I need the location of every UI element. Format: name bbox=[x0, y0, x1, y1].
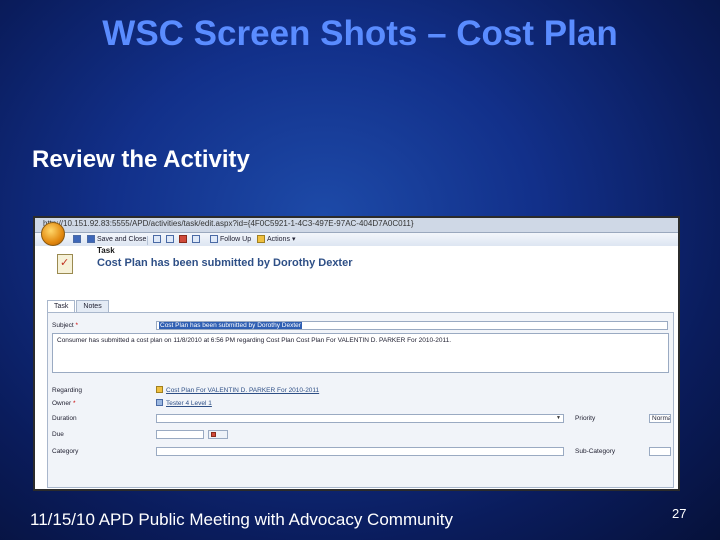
save-icon-button[interactable] bbox=[73, 235, 81, 243]
subject-field[interactable]: Cost Plan has been submitted by Dorothy … bbox=[156, 321, 668, 330]
save-icon bbox=[73, 235, 81, 243]
tab-notes[interactable]: Notes bbox=[76, 300, 109, 312]
subcategory-label: Sub-Category bbox=[575, 448, 616, 455]
delete-button[interactable] bbox=[179, 235, 187, 243]
entity-label: Task bbox=[97, 246, 115, 255]
delete-icon bbox=[179, 235, 187, 243]
owner-label: Owner * bbox=[52, 400, 76, 407]
tab-task[interactable]: Task bbox=[47, 300, 76, 312]
assign-icon bbox=[192, 235, 200, 243]
record-title: Cost Plan has been submitted by Dorothy … bbox=[97, 257, 353, 269]
task-icon bbox=[57, 254, 73, 274]
save-and-close-label: Save and Close bbox=[97, 235, 147, 243]
regarding-value[interactable]: Cost Plan For VALENTIN D. PARKER For 201… bbox=[156, 386, 319, 394]
actions-icon bbox=[257, 235, 265, 243]
form-tabs: Task Notes bbox=[47, 300, 110, 312]
duration-label: Duration bbox=[52, 415, 77, 422]
save-and-close-button[interactable]: Save and Close bbox=[87, 235, 146, 243]
subject-label: Subject * bbox=[52, 322, 79, 329]
attach-button[interactable] bbox=[166, 235, 174, 243]
calendar-icon bbox=[211, 432, 216, 437]
category-label: Category bbox=[52, 448, 79, 455]
user-icon bbox=[156, 399, 163, 406]
print-button[interactable] bbox=[153, 235, 161, 243]
regarding-label: Regarding bbox=[52, 387, 82, 394]
address-bar[interactable]: http://10.151.92.83:5555/APD/activities/… bbox=[35, 218, 678, 233]
follow-up-icon bbox=[210, 235, 218, 243]
actions-label: Actions bbox=[267, 235, 290, 243]
assign-button[interactable] bbox=[192, 235, 200, 243]
app-orb-icon[interactable] bbox=[41, 222, 65, 246]
owner-value[interactable]: Tester 4 Level 1 bbox=[156, 399, 212, 407]
due-time-select[interactable] bbox=[208, 430, 228, 439]
follow-up-label: Follow Up bbox=[220, 235, 252, 243]
priority-select[interactable]: Normal bbox=[649, 414, 671, 423]
follow-up-button[interactable]: Follow Up bbox=[210, 235, 251, 243]
description-field[interactable]: Consumer has submitted a cost plan on 11… bbox=[52, 333, 669, 373]
subcategory-field[interactable] bbox=[649, 447, 671, 456]
page-number: 27 bbox=[672, 506, 687, 521]
due-label: Due bbox=[52, 431, 64, 438]
task-form: Subject * Cost Plan has been submitted b… bbox=[47, 312, 674, 488]
save-close-icon bbox=[87, 235, 95, 243]
cost-plan-icon bbox=[156, 386, 163, 393]
crm-screenshot: http://10.151.92.83:5555/APD/activities/… bbox=[33, 216, 680, 491]
attach-icon bbox=[166, 235, 174, 243]
chevron-down-icon: ▼ bbox=[556, 415, 561, 421]
priority-label: Priority bbox=[575, 415, 596, 422]
print-icon bbox=[153, 235, 161, 243]
due-date-field[interactable] bbox=[156, 430, 204, 439]
slide-title: WSC Screen Shots – Cost Plan bbox=[102, 14, 618, 53]
chevron-down-icon: ▾ bbox=[291, 236, 296, 243]
actions-button[interactable]: Actions ▾ bbox=[257, 235, 295, 243]
category-field[interactable] bbox=[156, 447, 564, 456]
slide-subheading: Review the Activity bbox=[32, 146, 250, 173]
slide-footer: 11/15/10 APD Public Meeting with Advocac… bbox=[30, 510, 454, 529]
duration-select[interactable]: ▼ bbox=[156, 414, 564, 423]
